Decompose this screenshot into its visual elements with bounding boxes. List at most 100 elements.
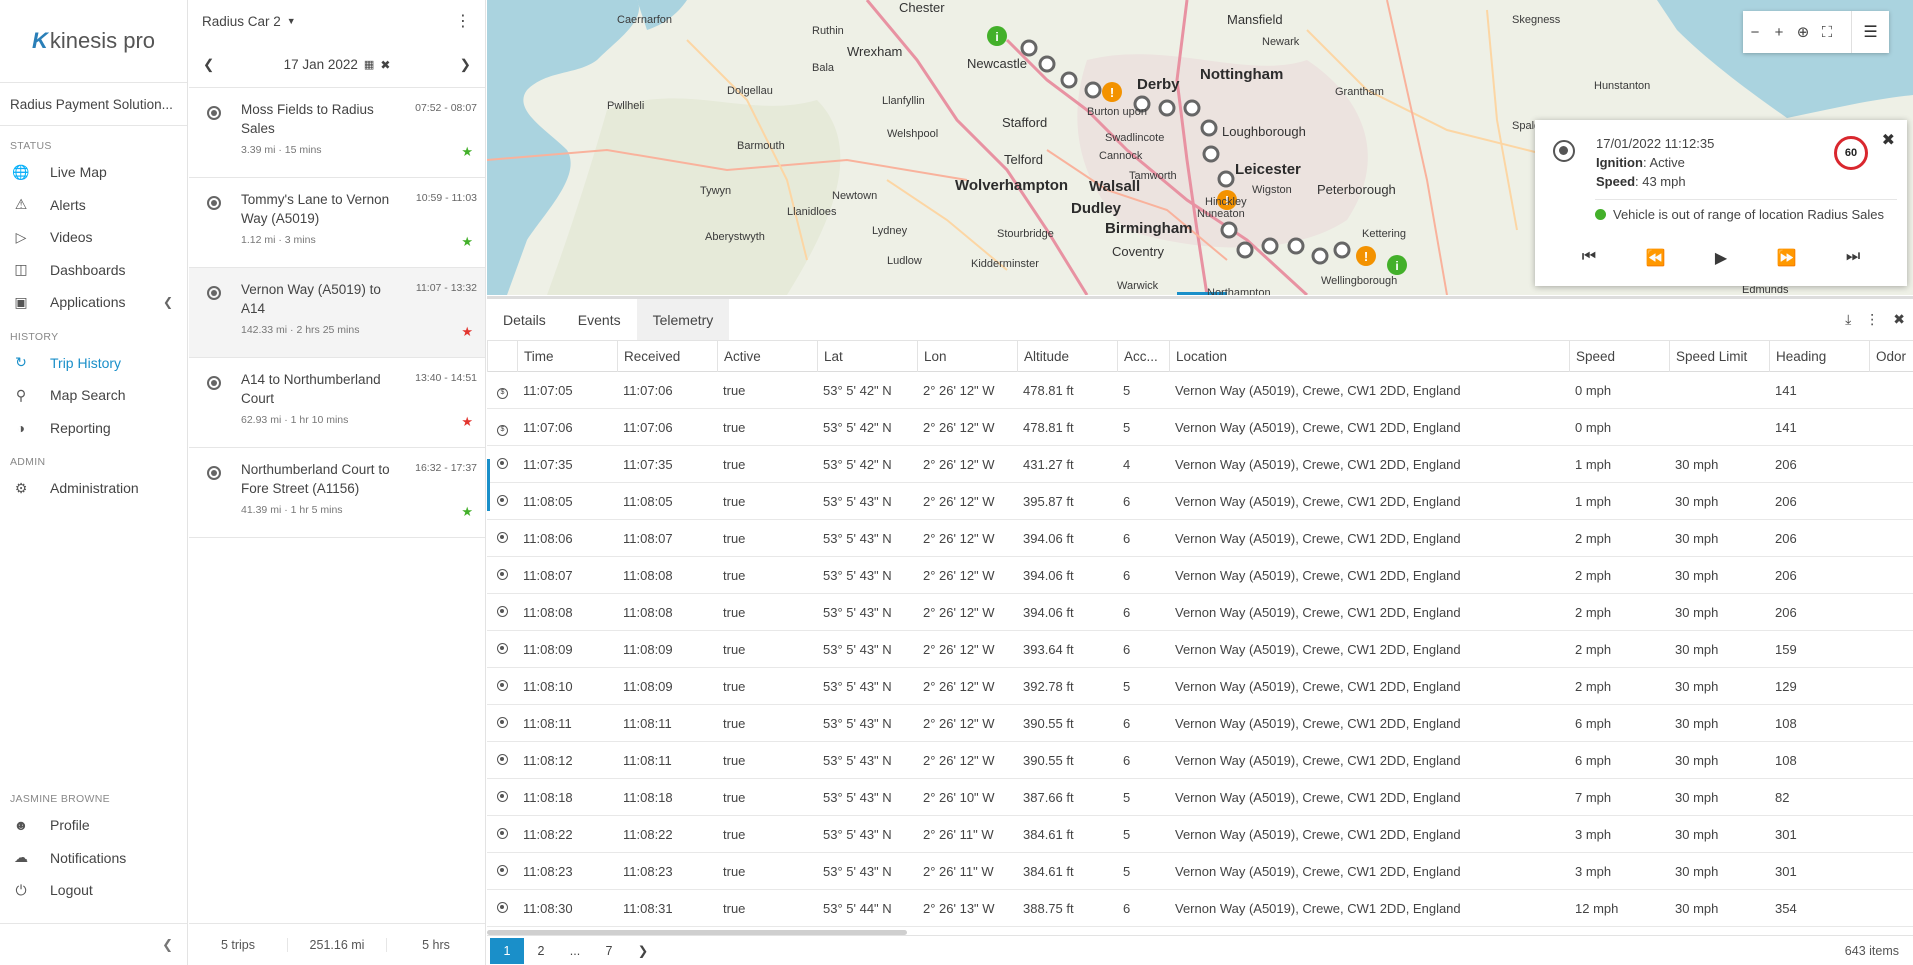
star-icon[interactable]: ★ — [461, 324, 473, 340]
table-cell: Vernon Way (A5019), Crewe, CW1 2DD, Engl… — [1175, 900, 1461, 916]
page-button[interactable]: 2 — [524, 938, 558, 964]
table-row[interactable]: $11:07:06 11:07:06 true 53° 5' 42" N 2° 26' … — [487, 409, 1913, 446]
trip-title: A14 to Northumberland Court — [241, 372, 381, 406]
nav-item-live-map[interactable]: 🌐 Live Map — [0, 156, 187, 189]
tab-events[interactable]: Events — [562, 299, 637, 340]
map-label: Hinckley — [1205, 196, 1247, 208]
collapse-nav-button[interactable]: ❮ — [0, 923, 187, 965]
table-row[interactable]: 11:08:30 11:08:31 true 53° 5' 44" N 2° 26' 1… — [487, 890, 1913, 927]
tab-details[interactable]: Details — [487, 299, 562, 340]
table-cell: 354 — [1775, 900, 1797, 916]
next-page-icon[interactable]: ❯ — [626, 938, 660, 964]
selected-date[interactable]: 17 Jan 2022 — [284, 57, 358, 72]
table-row[interactable]: 11:08:05 11:08:05 true 53° 5' 43" N 2° 26' 1… — [487, 483, 1913, 520]
driving-icon — [487, 790, 517, 805]
trip-item[interactable]: Northumberland Court to Fore Street (A11… — [189, 448, 485, 538]
close-panel-icon[interactable]: ✖ — [1893, 311, 1905, 328]
trip-item[interactable]: Moss Fields to Radius Sales 07:52 - 08:07… — [189, 88, 485, 178]
map-label: Kidderminster — [971, 258, 1039, 270]
zoom-out-button[interactable]: − — [1743, 24, 1767, 41]
nav-item-reporting[interactable]: ◑ Reporting — [0, 412, 187, 445]
table-cell: 11:08:07 — [523, 567, 573, 583]
table-cell: 30 mph — [1675, 641, 1719, 657]
skip-to-end-icon[interactable]: ⏭ — [1846, 248, 1860, 268]
organization-selector[interactable]: Radius Payment Solution... — [0, 82, 187, 126]
nav-item-alerts[interactable]: ⚠ Alerts — [0, 189, 187, 222]
star-icon[interactable]: ★ — [461, 504, 473, 520]
play-icon[interactable]: ▶ — [1715, 248, 1727, 268]
column-header[interactable]: Speed — [1569, 340, 1669, 372]
tab-telemetry[interactable]: Telemetry — [636, 299, 730, 340]
nav-item-map-search[interactable]: ⚲ Map Search — [0, 379, 187, 412]
clear-date-icon[interactable]: ✖ — [380, 58, 390, 72]
column-header[interactable]: Acc... — [1117, 340, 1169, 372]
map-label: Pwllheli — [607, 100, 645, 112]
nav-item-applications[interactable]: ▣ Applications ❮ — [0, 286, 187, 319]
table-row[interactable]: 11:08:22 11:08:22 true 53° 5' 43" N 2° 26' 1… — [487, 816, 1913, 853]
rewind-icon[interactable]: ⏪ — [1646, 248, 1666, 268]
table-row[interactable]: 11:08:23 11:08:23 true 53° 5' 43" N 2° 26' 1… — [487, 853, 1913, 890]
close-popup-icon[interactable]: ✖ — [1882, 130, 1895, 150]
table-cell: 6 mph — [1575, 752, 1612, 768]
trip-item[interactable]: Vernon Way (A5019) to A14 11:07 - 13:32 14… — [189, 268, 485, 358]
table-row[interactable]: 11:08:11 11:08:11 true 53° 5' 43" N 2° 26' 1… — [487, 705, 1913, 742]
download-icon[interactable]: ⤓ — [1845, 311, 1851, 328]
skip-to-start-icon[interactable]: ⏮ — [1582, 248, 1596, 268]
page-button[interactable]: 7 — [592, 938, 626, 964]
fullscreen-icon[interactable]: ⛶ — [1815, 24, 1839, 41]
column-header[interactable]: Altitude — [1017, 340, 1117, 372]
fast-forward-icon[interactable]: ⏩ — [1777, 248, 1797, 268]
locate-icon[interactable]: ⊕ — [1791, 23, 1815, 41]
table-row[interactable]: 11:08:07 11:08:08 true 53° 5' 43" N 2° 26' 1… — [487, 557, 1913, 594]
map-label: Loughborough — [1222, 124, 1306, 139]
star-icon[interactable]: ★ — [461, 414, 473, 430]
column-header[interactable]: Lat — [817, 340, 917, 372]
table-row[interactable]: 11:08:09 11:08:09 true 53° 5' 43" N 2° 26' 1… — [487, 631, 1913, 668]
table-cell: 388.75 ft — [1023, 900, 1074, 916]
page-button[interactable]: 1 — [490, 937, 524, 964]
nav-item-trip-history[interactable]: ↻ Trip History — [0, 347, 187, 380]
vehicle-selector[interactable]: Radius Car 2 ▼ ⋮ — [189, 0, 485, 42]
nav-item-notifications[interactable]: ☁ Notifications — [0, 842, 187, 875]
nav-item-logout[interactable]: ⏻ Logout — [0, 874, 187, 907]
table-row[interactable]: 11:08:08 11:08:08 true 53° 5' 43" N 2° 26' 1… — [487, 594, 1913, 631]
previous-day-button[interactable]: ❮ — [203, 57, 214, 73]
column-header[interactable]: Time — [517, 340, 617, 372]
column-header[interactable]: Odor — [1869, 340, 1913, 372]
nav-item-administration[interactable]: ⚙ Administration — [0, 472, 187, 505]
nav-item-dashboards[interactable]: ◫ Dashboards — [0, 254, 187, 287]
page-button[interactable]: ... — [558, 938, 592, 964]
panel-more-options-icon[interactable]: ⋮ — [1865, 311, 1879, 328]
table-row[interactable]: 11:07:35 11:07:35 true 53° 5' 42" N 2° 26' 1… — [487, 446, 1913, 483]
map-menu-button[interactable]: ☰ — [1851, 11, 1889, 53]
column-header[interactable]: Received — [617, 340, 717, 372]
table-cell: 53° 5' 42" N — [823, 456, 892, 472]
trip-item[interactable]: Tommy's Lane to Vernon Way (A5019) 10:59 … — [189, 178, 485, 268]
nav-item-videos[interactable]: ▷ Videos — [0, 221, 187, 254]
table-cell: 159 — [1775, 641, 1797, 657]
next-day-button[interactable]: ❯ — [460, 57, 471, 73]
table-cell: 82 — [1775, 789, 1790, 805]
table-cell: 11:08:07 — [623, 530, 673, 546]
zoom-in-button[interactable]: + — [1767, 24, 1791, 41]
nav-section-status: STATUS — [10, 140, 52, 152]
star-icon[interactable]: ★ — [461, 144, 473, 160]
table-row[interactable]: 11:08:06 11:08:07 true 53° 5' 43" N 2° 26' 1… — [487, 520, 1913, 557]
popup-speed: Speed: 43 mph — [1596, 174, 1686, 189]
table-row[interactable]: 11:08:12 11:08:11 true 53° 5' 43" N 2° 26' 1… — [487, 742, 1913, 779]
star-icon[interactable]: ★ — [461, 234, 473, 250]
column-header[interactable]: Heading — [1769, 340, 1869, 372]
calendar-icon[interactable]: ▦ — [364, 58, 374, 71]
brand-logo[interactable]: K kinesis pro — [0, 0, 187, 82]
trip-item[interactable]: A14 to Northumberland Court 13:40 - 14:51… — [189, 358, 485, 448]
column-header[interactable]: Lon — [917, 340, 1017, 372]
more-options-icon[interactable]: ⋮ — [455, 11, 471, 31]
column-header[interactable]: Location — [1169, 340, 1569, 372]
table-cell: 53° 5' 43" N — [823, 641, 892, 657]
table-row[interactable]: $11:07:05 11:07:06 true 53° 5' 42" N 2° 26' … — [487, 372, 1913, 409]
column-header[interactable]: Speed Limit — [1669, 340, 1769, 372]
table-row[interactable]: 11:08:18 11:08:18 true 53° 5' 43" N 2° 26' 1… — [487, 779, 1913, 816]
nav-item-profile[interactable]: ☻ Profile — [0, 809, 187, 842]
column-header[interactable]: Active — [717, 340, 817, 372]
table-row[interactable]: 11:08:10 11:08:09 true 53° 5' 43" N 2° 26' 1… — [487, 668, 1913, 705]
